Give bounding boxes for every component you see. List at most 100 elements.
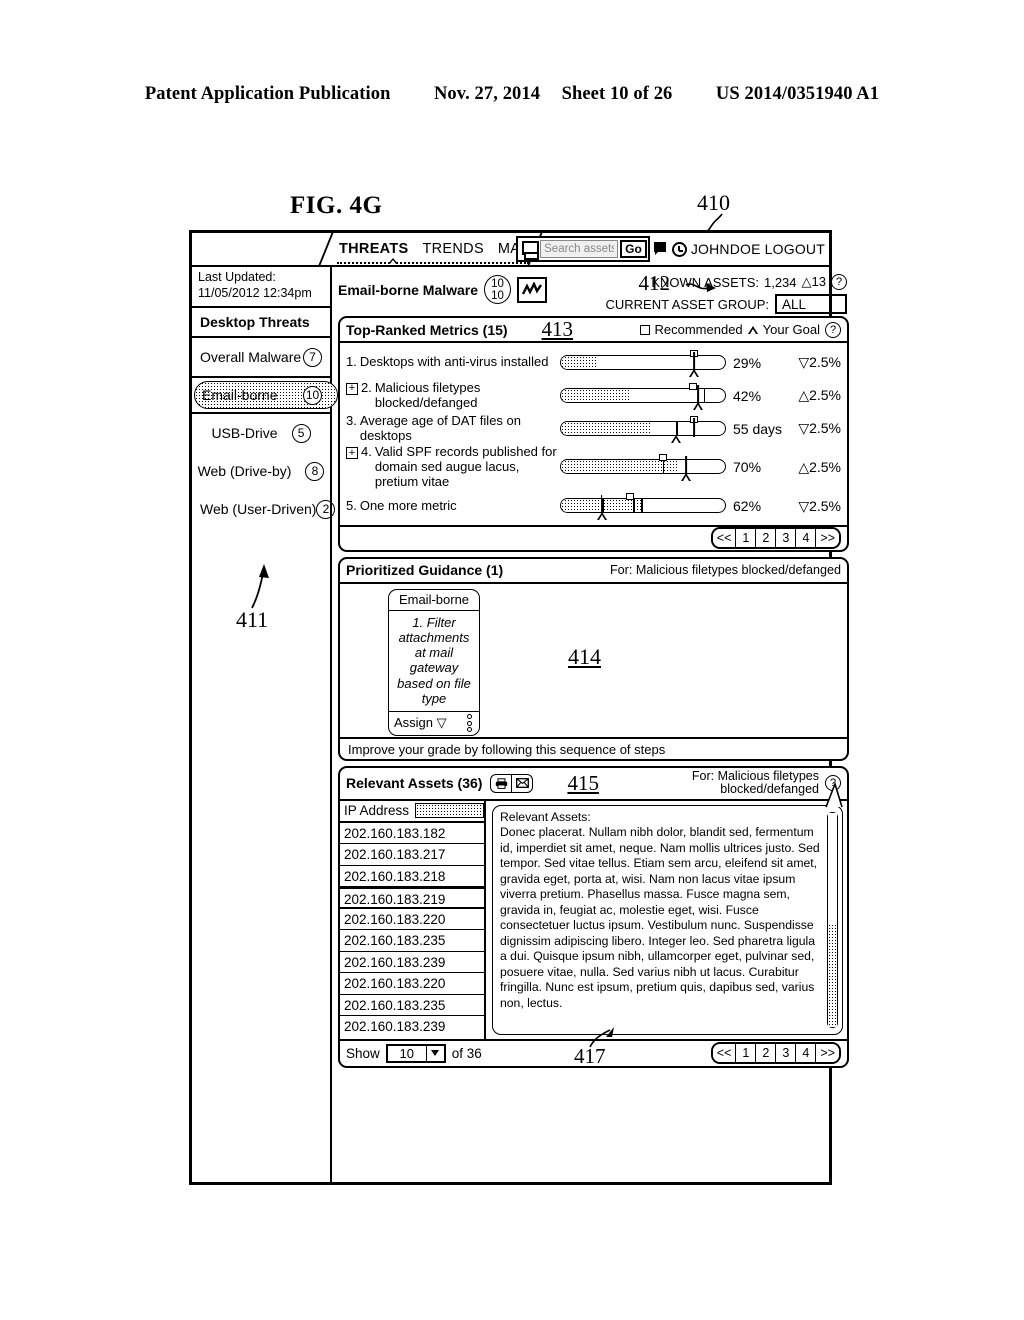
scrollbar-track[interactable] <box>828 924 837 1027</box>
sidebar-item-email-borne[interactable]: Email-borne 10 <box>192 376 338 414</box>
table-row[interactable]: 202.160.183.217 <box>340 844 484 866</box>
pager-page-3[interactable]: 3 <box>776 1044 797 1063</box>
tab-threats[interactable]: THREATS <box>339 241 409 257</box>
table-row[interactable]: 202.160.183.182 <box>340 823 484 845</box>
expand-icon[interactable]: + <box>346 382 358 395</box>
sidebar-item-badge: 10 <box>303 385 322 405</box>
table-row[interactable]: 202.160.183.220 <box>340 973 484 995</box>
assets-panel-header: Relevant Assets (36) 415 For: Malicious … <box>340 768 847 801</box>
metric-row[interactable]: + 2. Malicious filetypes blocked/defange… <box>346 379 841 412</box>
sidebar-item-web-user-driven[interactable]: Web (User-Driven) 2 <box>192 490 336 528</box>
email-icon[interactable] <box>512 775 532 792</box>
sidebar-item-web-drive-by[interactable]: Web (Drive-by) 8 <box>192 452 330 490</box>
metric-row[interactable]: 3. Average age of DAT files on desktops <box>346 412 841 445</box>
metric-number: 4. <box>361 444 372 459</box>
metrics-list: 1. Desktops with anti-virus installed 29… <box>340 343 847 525</box>
assets-for-line2: blocked/defanged <box>720 782 819 797</box>
expand-icon[interactable]: + <box>346 447 358 459</box>
table-row[interactable]: 202.160.183.218 <box>340 866 484 888</box>
help-icon[interactable]: ? <box>825 321 841 338</box>
page-size-select[interactable]: 10 <box>385 1043 446 1063</box>
reference-numeral-412: 412 <box>638 271 671 295</box>
sidebar-item-overall-malware[interactable]: Overall Malware 7 <box>192 338 330 376</box>
chevron-down-icon[interactable] <box>425 1045 444 1061</box>
score-badge: 10 10 <box>484 275 512 304</box>
metric-label-wrap: 3. Average age of DAT files on desktops <box>346 412 558 444</box>
tab-trends[interactable]: TRENDS <box>423 241 484 257</box>
pager-first[interactable]: << <box>712 529 737 548</box>
assign-dropdown[interactable]: Assign ▽ <box>394 715 447 731</box>
legend-recommended-label: Recommended <box>654 322 743 337</box>
sidebar-item-label: Overall Malware <box>200 349 302 365</box>
goal-marker-icon <box>692 401 703 410</box>
asset-group-select[interactable]: ALL <box>775 294 847 314</box>
reference-numeral-411: 411 <box>236 607 269 632</box>
metric-value: 55 days <box>733 420 783 437</box>
clock-icon[interactable] <box>671 241 687 257</box>
active-tab-caret-icon <box>388 258 398 264</box>
help-icon[interactable]: ? <box>831 274 847 290</box>
metric-row[interactable]: 5. One more metric 62% ▽2.5% <box>346 490 841 523</box>
pager-page-4[interactable]: 4 <box>796 529 817 548</box>
table-row[interactable]: 202.160.183.235 <box>340 995 484 1017</box>
pager-last[interactable]: >> <box>816 529 839 548</box>
table-row[interactable]: 202.160.183.239 <box>340 1016 484 1038</box>
search-group: Go <box>516 236 650 262</box>
scrollbar-thumb[interactable] <box>828 812 837 926</box>
pager-page-1[interactable]: 1 <box>736 529 757 548</box>
pager-page-3[interactable]: 3 <box>776 529 797 548</box>
user-name-label[interactable]: JOHNDOE <box>691 241 761 257</box>
metric-row[interactable]: 1. Desktops with anti-virus installed 29… <box>346 346 841 379</box>
pager-page-4[interactable]: 4 <box>796 1044 817 1063</box>
reference-numeral-415: 415 <box>567 770 599 795</box>
guidance-panel-title: Prioritized Guidance (1) <box>346 562 504 579</box>
table-row[interactable]: 202.160.183.239 <box>340 952 484 974</box>
monitor-icon <box>520 240 540 260</box>
guidance-for-label: For: Malicious filetypes blocked/defange… <box>609 563 841 578</box>
pager-page-2[interactable]: 2 <box>756 529 777 548</box>
metric-label-wrap: 1. Desktops with anti-virus installed <box>346 354 558 370</box>
goal-marker-icon <box>596 512 607 521</box>
score-top: 10 <box>491 277 504 290</box>
asset-group-row: CURRENT ASSET GROUP: ALL <box>606 294 847 314</box>
ip-address-column-header[interactable]: IP Address <box>340 801 484 823</box>
search-go-button[interactable]: Go <box>620 240 647 258</box>
table-row[interactable]: 202.160.183.220 <box>340 909 484 931</box>
metrics-pager-bar: << 1 2 3 4 >> <box>340 524 847 550</box>
patent-header-date: Nov. 27, 2014 <box>433 84 541 104</box>
assets-footer: Show 10 of 36 417 << 1 2 3 4 >> <box>340 1026 847 1068</box>
metric-bar-track <box>560 420 726 436</box>
guidance-card-header: Email-borne <box>389 590 479 611</box>
detail-scrollbar[interactable] <box>827 811 838 1028</box>
table-row[interactable]: 202.160.183.235 <box>340 930 484 952</box>
total-count-label: of 36 <box>451 1045 482 1061</box>
reference-numeral-414: 414 <box>568 643 601 669</box>
sidebar-item-usb-drive[interactable]: USB-Drive 5 <box>192 414 330 452</box>
active-tab-underline <box>337 262 529 264</box>
message-icon[interactable] <box>653 241 668 257</box>
guidance-card[interactable]: Email-borne 1. Filter attachments at mai… <box>388 588 480 737</box>
assets-detail-body: Donec placerat. Nullam nibh dolor, bland… <box>500 825 820 1010</box>
pager-page-2[interactable]: 2 <box>756 1044 777 1063</box>
search-input[interactable] <box>540 240 619 258</box>
logout-link[interactable]: LOGOUT <box>765 241 825 257</box>
pager-page-1[interactable]: 1 <box>736 1044 757 1063</box>
legend-goal-icon <box>747 325 758 334</box>
more-options-icon[interactable] <box>467 714 472 733</box>
metric-number: 2. <box>361 379 372 395</box>
leader-line-411 <box>251 564 269 609</box>
guidance-card-footer: Assign ▽ <box>389 712 479 735</box>
table-row-selected[interactable]: 202.160.183.219 <box>340 887 484 909</box>
pager-first[interactable]: << <box>712 1044 737 1063</box>
context-right: 412 KNOWN ASSETS: 1,234 △13 ? CURRENT AS… <box>606 271 847 314</box>
recommended-marker-icon <box>658 454 667 462</box>
metric-label: Average age of DAT files on desktops <box>359 412 521 443</box>
goal-marker-icon <box>681 473 692 482</box>
trend-chart-icon[interactable] <box>517 276 548 303</box>
print-icon[interactable] <box>491 774 513 792</box>
patent-header-left: Patent Application Publication <box>144 84 391 104</box>
metric-label: One more metric <box>359 497 457 513</box>
pager-last[interactable]: >> <box>816 1044 839 1063</box>
metric-row[interactable]: + 4. Valid SPF records published for dom… <box>346 444 841 490</box>
sidebar-item-label: USB-Drive <box>211 425 278 441</box>
